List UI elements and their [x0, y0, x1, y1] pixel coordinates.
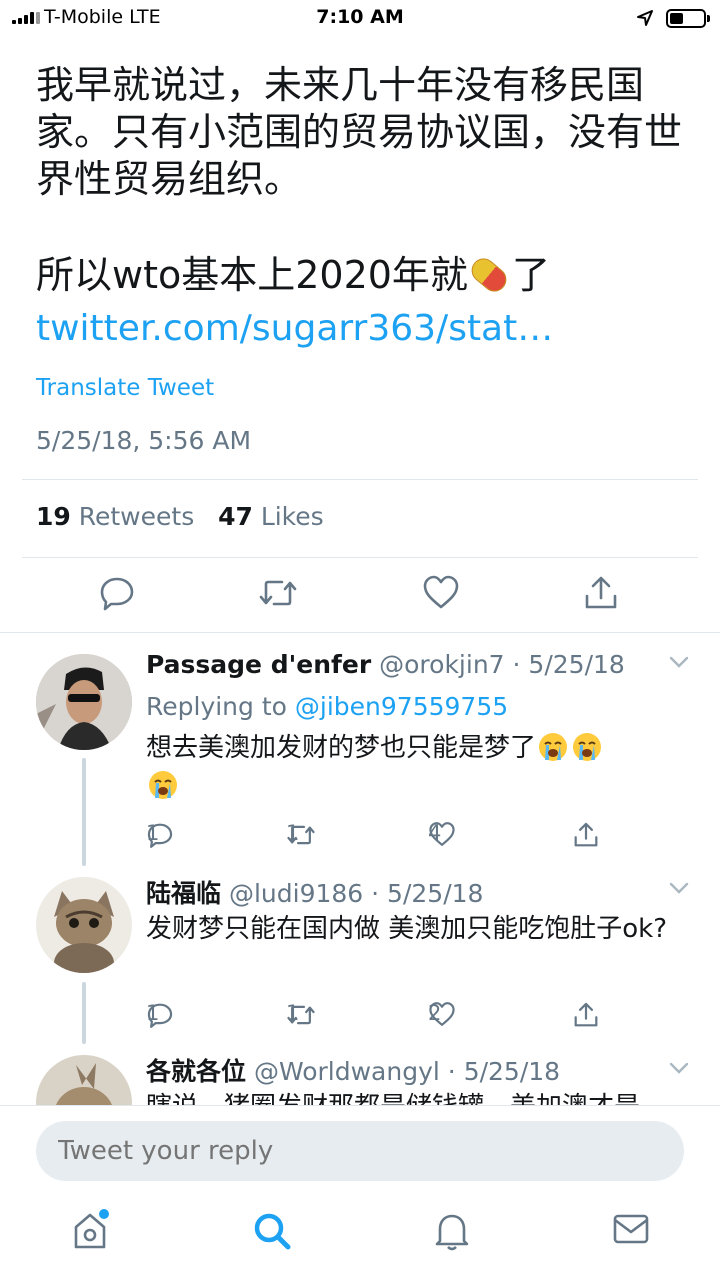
avatar[interactable] [36, 654, 132, 750]
avatar[interactable] [36, 877, 132, 973]
reply-action-bar: 1 1 4 [146, 821, 626, 851]
reply-text: 想去美澳加发财的梦也只能是梦了 [146, 729, 686, 805]
retweet-icon[interactable] [258, 574, 298, 616]
loudly-crying-face-emoji [573, 732, 602, 761]
reply-header: 陆福临 @ludi9186 · 5/25/18 [146, 874, 483, 910]
replying-to-handle[interactable]: @jiben97559755 [295, 692, 508, 721]
reply-date: · 5/25/18 [512, 650, 625, 679]
thread-line [82, 758, 86, 866]
retweet-button[interactable]: 1 [286, 1001, 316, 1029]
loudly-crying-face-emoji [149, 770, 177, 799]
tweet-stats: 19 Retweets 47 Likes [36, 502, 324, 531]
display-name[interactable]: Passage d'enfer [146, 650, 371, 679]
tweet-action-bar [0, 574, 720, 616]
thread-line [82, 982, 86, 1044]
reply-action-bar: 1 1 2 [146, 1001, 626, 1031]
bottom-tab-bar [0, 1193, 720, 1280]
translate-tweet-link[interactable]: Translate Tweet [36, 375, 214, 401]
retweets-stat[interactable]: 19 Retweets [36, 502, 194, 531]
reply-button[interactable]: 1 [146, 1001, 174, 1029]
search-icon[interactable] [252, 1211, 292, 1255]
likes-stat[interactable]: 47 Likes [218, 502, 324, 531]
like-heart-icon[interactable] [422, 574, 460, 614]
location-arrow-icon [636, 9, 654, 32]
replying-to: Replying to @jiben97559755 [146, 692, 509, 721]
tweet-text-second-paragraph: 所以wto基本上2020年就了 [36, 253, 550, 297]
chevron-down-icon[interactable] [668, 654, 690, 674]
user-handle[interactable]: @Worldwangyl [254, 1057, 440, 1086]
tweet-text: 我早就说过，未来几十年没有移民国家。只有小范围的贸易协议国，没有世界性贸易组织。 [36, 63, 683, 201]
user-handle[interactable]: @ludi9186 [229, 879, 363, 908]
user-handle[interactable]: @orokjin7 [379, 650, 504, 679]
share-icon[interactable] [582, 574, 620, 616]
chevron-down-icon[interactable] [668, 880, 690, 900]
reply-text: 发财梦只能在国内做 美澳加只能吃饱肚子ok? [146, 914, 668, 944]
status-time: 7:10 AM [316, 6, 404, 28]
divider [22, 479, 698, 480]
divider [22, 557, 698, 558]
notifications-bell-icon[interactable] [434, 1211, 470, 1255]
reply-button[interactable]: 1 [146, 821, 174, 849]
retweet-button[interactable]: 1 [286, 821, 316, 849]
display-name[interactable]: 各就各位 [146, 1057, 246, 1086]
divider [0, 632, 720, 633]
messages-envelope-icon[interactable] [612, 1211, 650, 1251]
status-bar: T-Mobile LTE 7:10 AM [0, 0, 720, 36]
tweet-reply-input[interactable] [36, 1121, 684, 1181]
share-icon[interactable] [572, 821, 600, 849]
tweet-timestamp: 5/25/18, 5:56 AM [36, 426, 252, 455]
tweet-link[interactable]: twitter.com/sugarr363/stat… [36, 308, 553, 349]
reply-date: · 5/25/18 [371, 879, 484, 908]
loudly-crying-face-emoji [539, 732, 568, 761]
reply-header: Passage d'enfer @orokjin7 · 5/25/18 [146, 650, 625, 679]
like-button[interactable]: 2 [428, 1001, 456, 1027]
reply-date: · 5/25/18 [447, 1057, 561, 1086]
reply-header: 各就各位 @Worldwangyl · 5/25/18 [146, 1052, 560, 1088]
pill-emoji [466, 253, 512, 296]
notification-dot [99, 1209, 109, 1219]
battery-icon [666, 9, 710, 28]
like-button[interactable]: 4 [428, 821, 456, 847]
share-icon[interactable] [572, 1001, 600, 1029]
reply-icon[interactable] [98, 574, 136, 616]
chevron-down-icon[interactable] [668, 1060, 690, 1080]
display-name[interactable]: 陆福临 [146, 879, 221, 908]
